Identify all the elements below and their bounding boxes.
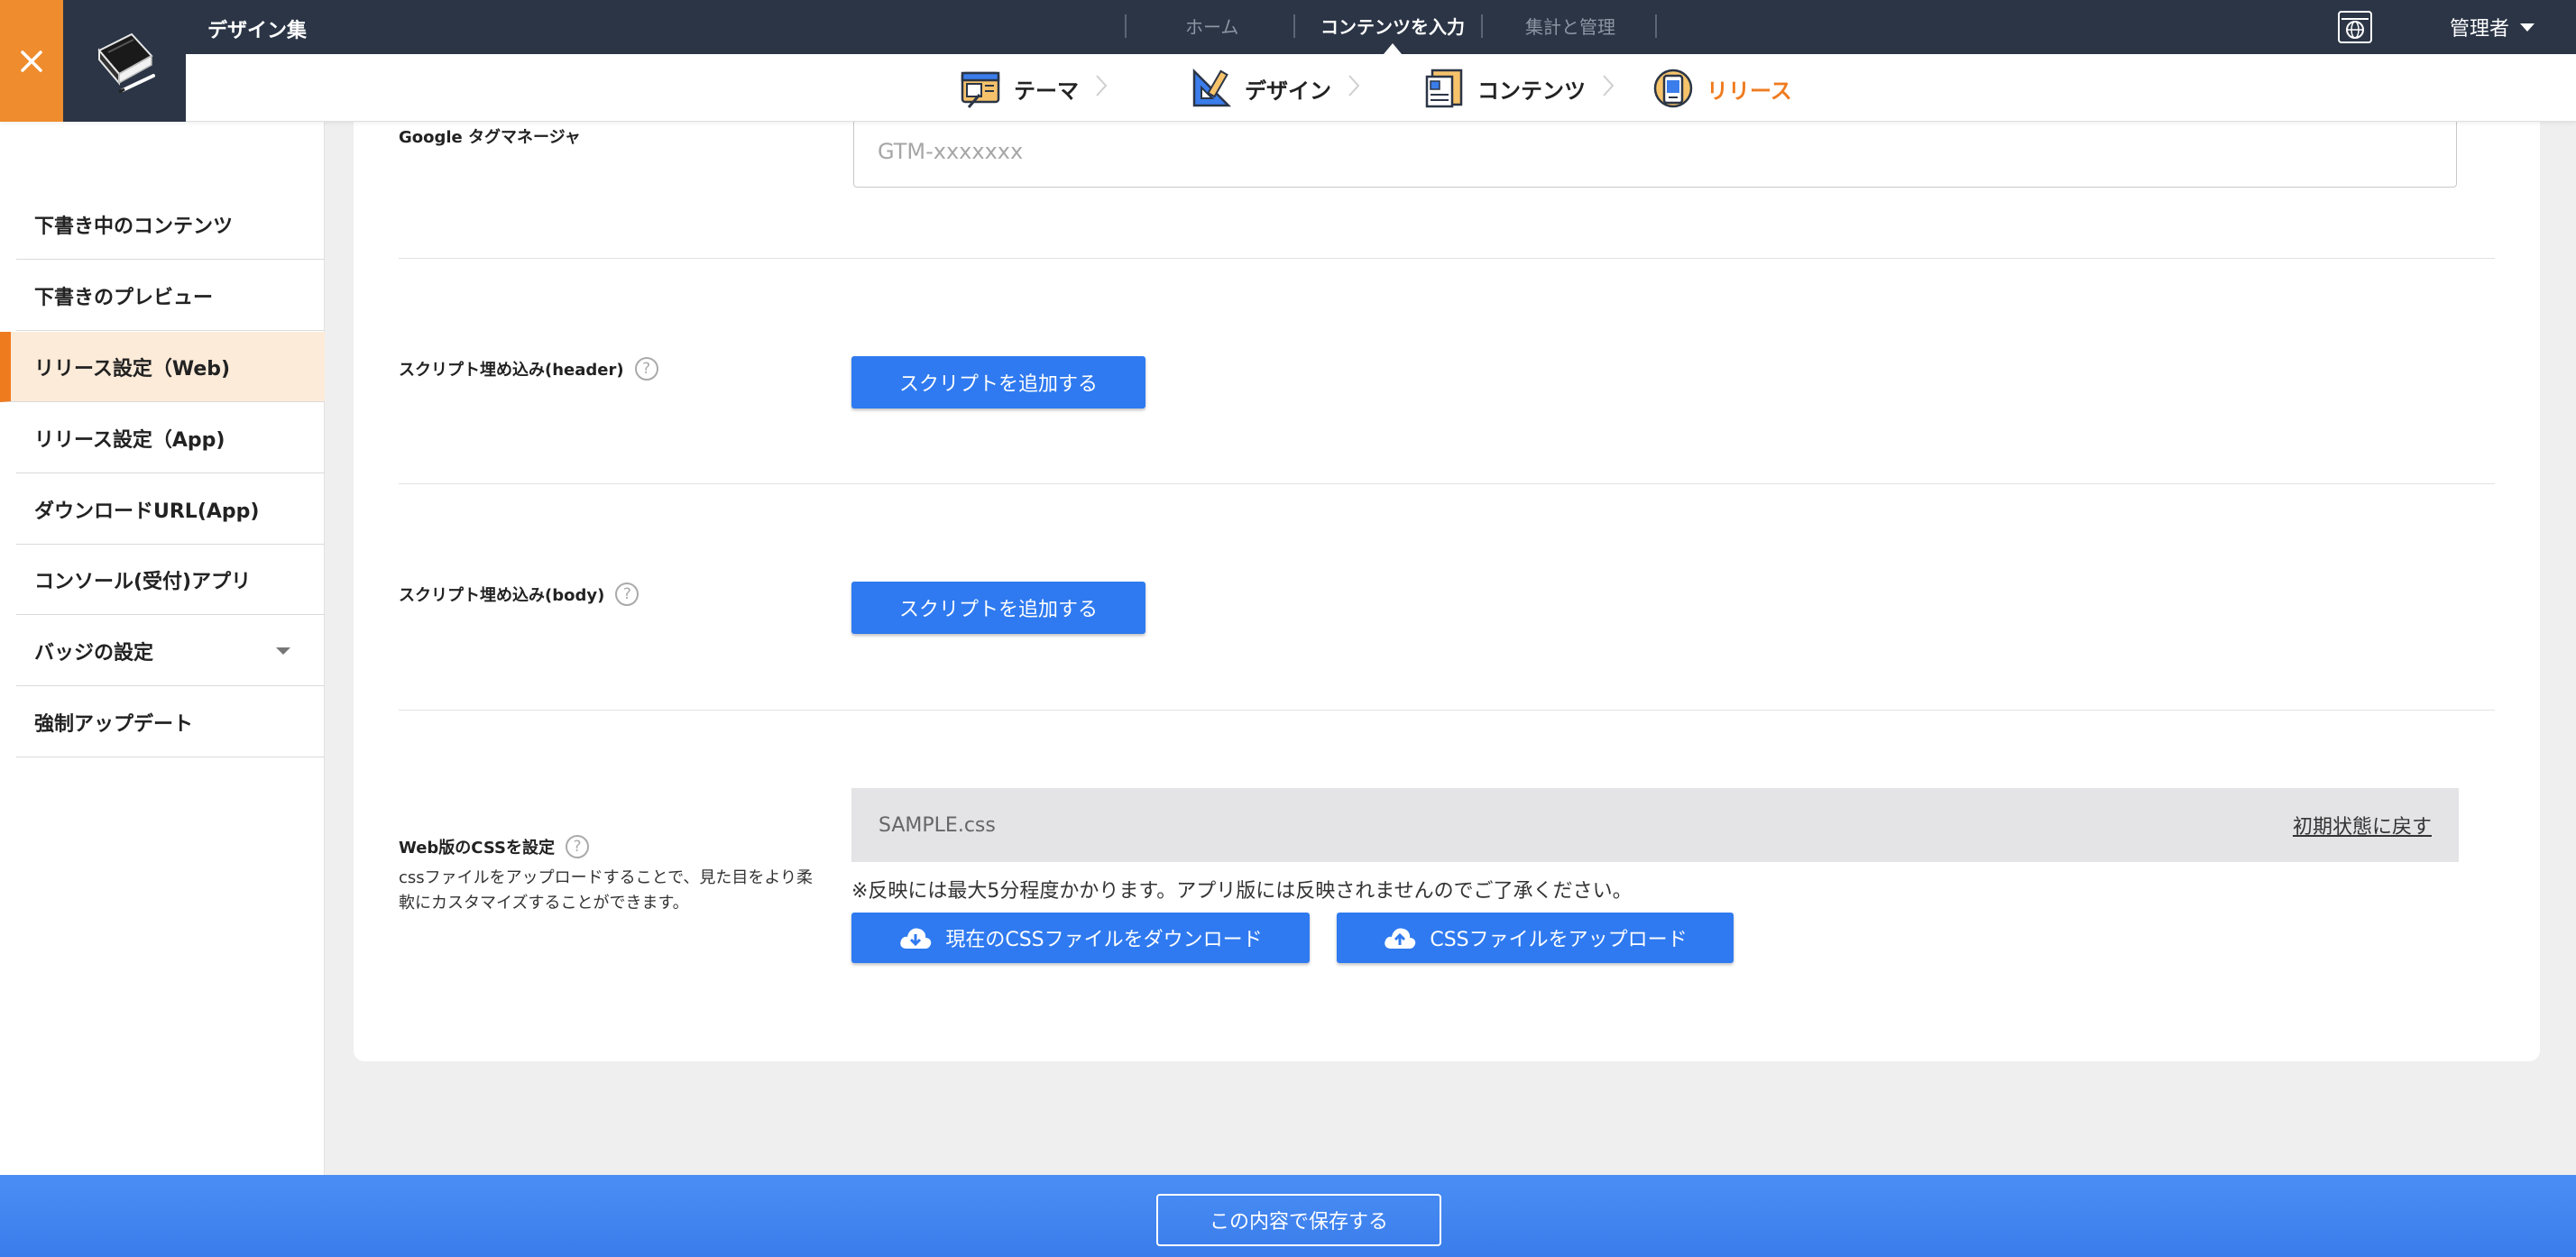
css-file-display: SAMPLE.css 初期状態に戻す bbox=[851, 788, 2459, 862]
script-header-label: スクリプト埋め込み(header) ? bbox=[399, 357, 658, 381]
nav-separator bbox=[1293, 14, 1295, 38]
step-release[interactable]: リリース bbox=[1652, 65, 1792, 112]
nav-separator bbox=[1655, 14, 1657, 38]
css-description: cssファイルをアップロードすることで、見た目をより柔軟にカスタマイズすることが… bbox=[399, 868, 814, 913]
sidebar-item-release-app[interactable]: リリース設定（App) bbox=[16, 403, 325, 473]
step-label: デザイン bbox=[1245, 78, 1331, 104]
user-menu[interactable]: 管理者 bbox=[2450, 13, 2535, 41]
upload-css-label: CSSファイルをアップロード bbox=[1430, 929, 1688, 951]
chevron-right-icon bbox=[1096, 75, 1108, 96]
nav-analytics[interactable]: 集計と管理 bbox=[1525, 13, 1615, 39]
sidebar-item-label: リリース設定（App) bbox=[34, 428, 225, 452]
sidebar-item-label: コンソール(受付)アプリ bbox=[34, 570, 252, 593]
step-label: テーマ bbox=[1014, 78, 1079, 104]
chevron-right-icon bbox=[1603, 75, 1615, 96]
design-icon bbox=[1192, 68, 1232, 107]
sidebar-item-label: ダウンロードURL(App) bbox=[34, 500, 260, 523]
divider bbox=[399, 258, 2495, 259]
nav-home[interactable]: ホーム bbox=[1185, 13, 1238, 39]
script-body-label: スクリプト埋め込み(body) ? bbox=[399, 583, 639, 606]
step-label: コンテンツ bbox=[1477, 78, 1586, 104]
help-icon[interactable]: ? bbox=[565, 835, 589, 858]
divider bbox=[399, 710, 2495, 711]
step-label-current: リリース bbox=[1707, 78, 1792, 104]
book-pen-icon bbox=[97, 32, 155, 93]
sidebar-item-label: 下書きのプレビュー bbox=[34, 286, 214, 309]
download-css-label: 現在のCSSファイルをダウンロード bbox=[945, 929, 1263, 951]
sidebar-item-label: バッジの設定 bbox=[34, 641, 154, 665]
sidebar-item-console-app[interactable]: コンソール(受付)アプリ bbox=[16, 545, 325, 615]
nav-separator bbox=[1481, 14, 1483, 38]
close-icon bbox=[21, 50, 42, 72]
divider bbox=[399, 483, 2495, 484]
sidebar-item-label: 下書き中のコンテンツ bbox=[34, 215, 234, 238]
sidebar-item-badge-settings[interactable]: バッジの設定 bbox=[16, 616, 325, 686]
sidebar: 下書き中のコンテンツ 下書きのプレビュー リリース設定（Web) リリース設定（… bbox=[0, 122, 325, 1175]
add-header-script-button[interactable]: スクリプトを追加する bbox=[851, 356, 1145, 408]
step-contents[interactable]: コンテンツ bbox=[1423, 65, 1586, 112]
css-label: Web版のCSSを設定 ? bbox=[399, 835, 589, 858]
contents-icon bbox=[1425, 69, 1463, 108]
release-icon bbox=[1653, 69, 1693, 108]
css-file-name: SAMPLE.css bbox=[879, 813, 996, 837]
cloud-upload-icon bbox=[1385, 928, 1416, 949]
reset-css-link[interactable]: 初期状態に戻す bbox=[2293, 811, 2432, 840]
app-title: デザイン集 bbox=[207, 20, 308, 42]
chevron-right-icon bbox=[1348, 75, 1360, 96]
download-css-button[interactable]: 現在のCSSファイルをダウンロード bbox=[851, 913, 1310, 963]
chevron-down-icon bbox=[2520, 23, 2535, 32]
script-header-label-text: スクリプト埋め込み(header) bbox=[399, 361, 624, 380]
css-label-text: Web版のCSSを設定 bbox=[399, 839, 555, 858]
nav-contents-input[interactable]: コンテンツを入力 bbox=[1320, 13, 1465, 39]
globe-browser-icon bbox=[2341, 18, 2369, 39]
sidebar-item-force-update[interactable]: 強制アップデート bbox=[16, 687, 325, 757]
app-logo bbox=[63, 0, 186, 122]
user-name: 管理者 bbox=[2450, 18, 2510, 41]
chevron-down-icon bbox=[276, 647, 290, 655]
theme-icon bbox=[961, 71, 1000, 108]
gtm-label-text: Google タグマネージャ bbox=[399, 128, 581, 147]
step-design[interactable]: デザイン bbox=[1191, 65, 1331, 112]
script-body-label-text: スクリプト埋め込み(body) bbox=[399, 586, 605, 605]
sidebar-item-label: 強制アップデート bbox=[34, 712, 194, 736]
help-icon[interactable]: ? bbox=[615, 583, 639, 606]
help-icon[interactable]: ? bbox=[634, 357, 658, 381]
sidebar-item-download-url[interactable]: ダウンロードURL(App) bbox=[16, 474, 325, 545]
upload-css-button[interactable]: CSSファイルをアップロード bbox=[1337, 913, 1734, 963]
nav-separator bbox=[1125, 14, 1127, 38]
sidebar-item-label: リリース設定（Web) bbox=[34, 357, 231, 381]
top-navigation-bar bbox=[0, 0, 2576, 54]
save-button[interactable]: この内容で保存する bbox=[1156, 1194, 1441, 1246]
sidebar-item-draft-contents[interactable]: 下書き中のコンテンツ bbox=[16, 189, 325, 260]
sidebar-item-release-web[interactable]: リリース設定（Web) bbox=[0, 332, 325, 402]
step-theme[interactable]: テーマ bbox=[960, 65, 1079, 112]
site-preview-button[interactable] bbox=[2338, 11, 2372, 43]
active-nav-indicator bbox=[1384, 43, 1402, 54]
gtm-label: Google タグマネージャ bbox=[399, 124, 581, 148]
close-button[interactable] bbox=[0, 0, 63, 122]
cloud-download-icon bbox=[900, 928, 932, 949]
add-body-script-button[interactable]: スクリプトを追加する bbox=[851, 582, 1145, 634]
css-note: ※反映には最大5分程度かかります。アプリ版には反映されませんのでご了承ください。 bbox=[851, 880, 1633, 903]
gtm-input[interactable] bbox=[853, 115, 2457, 188]
sidebar-item-draft-preview[interactable]: 下書きのプレビュー bbox=[16, 261, 325, 331]
